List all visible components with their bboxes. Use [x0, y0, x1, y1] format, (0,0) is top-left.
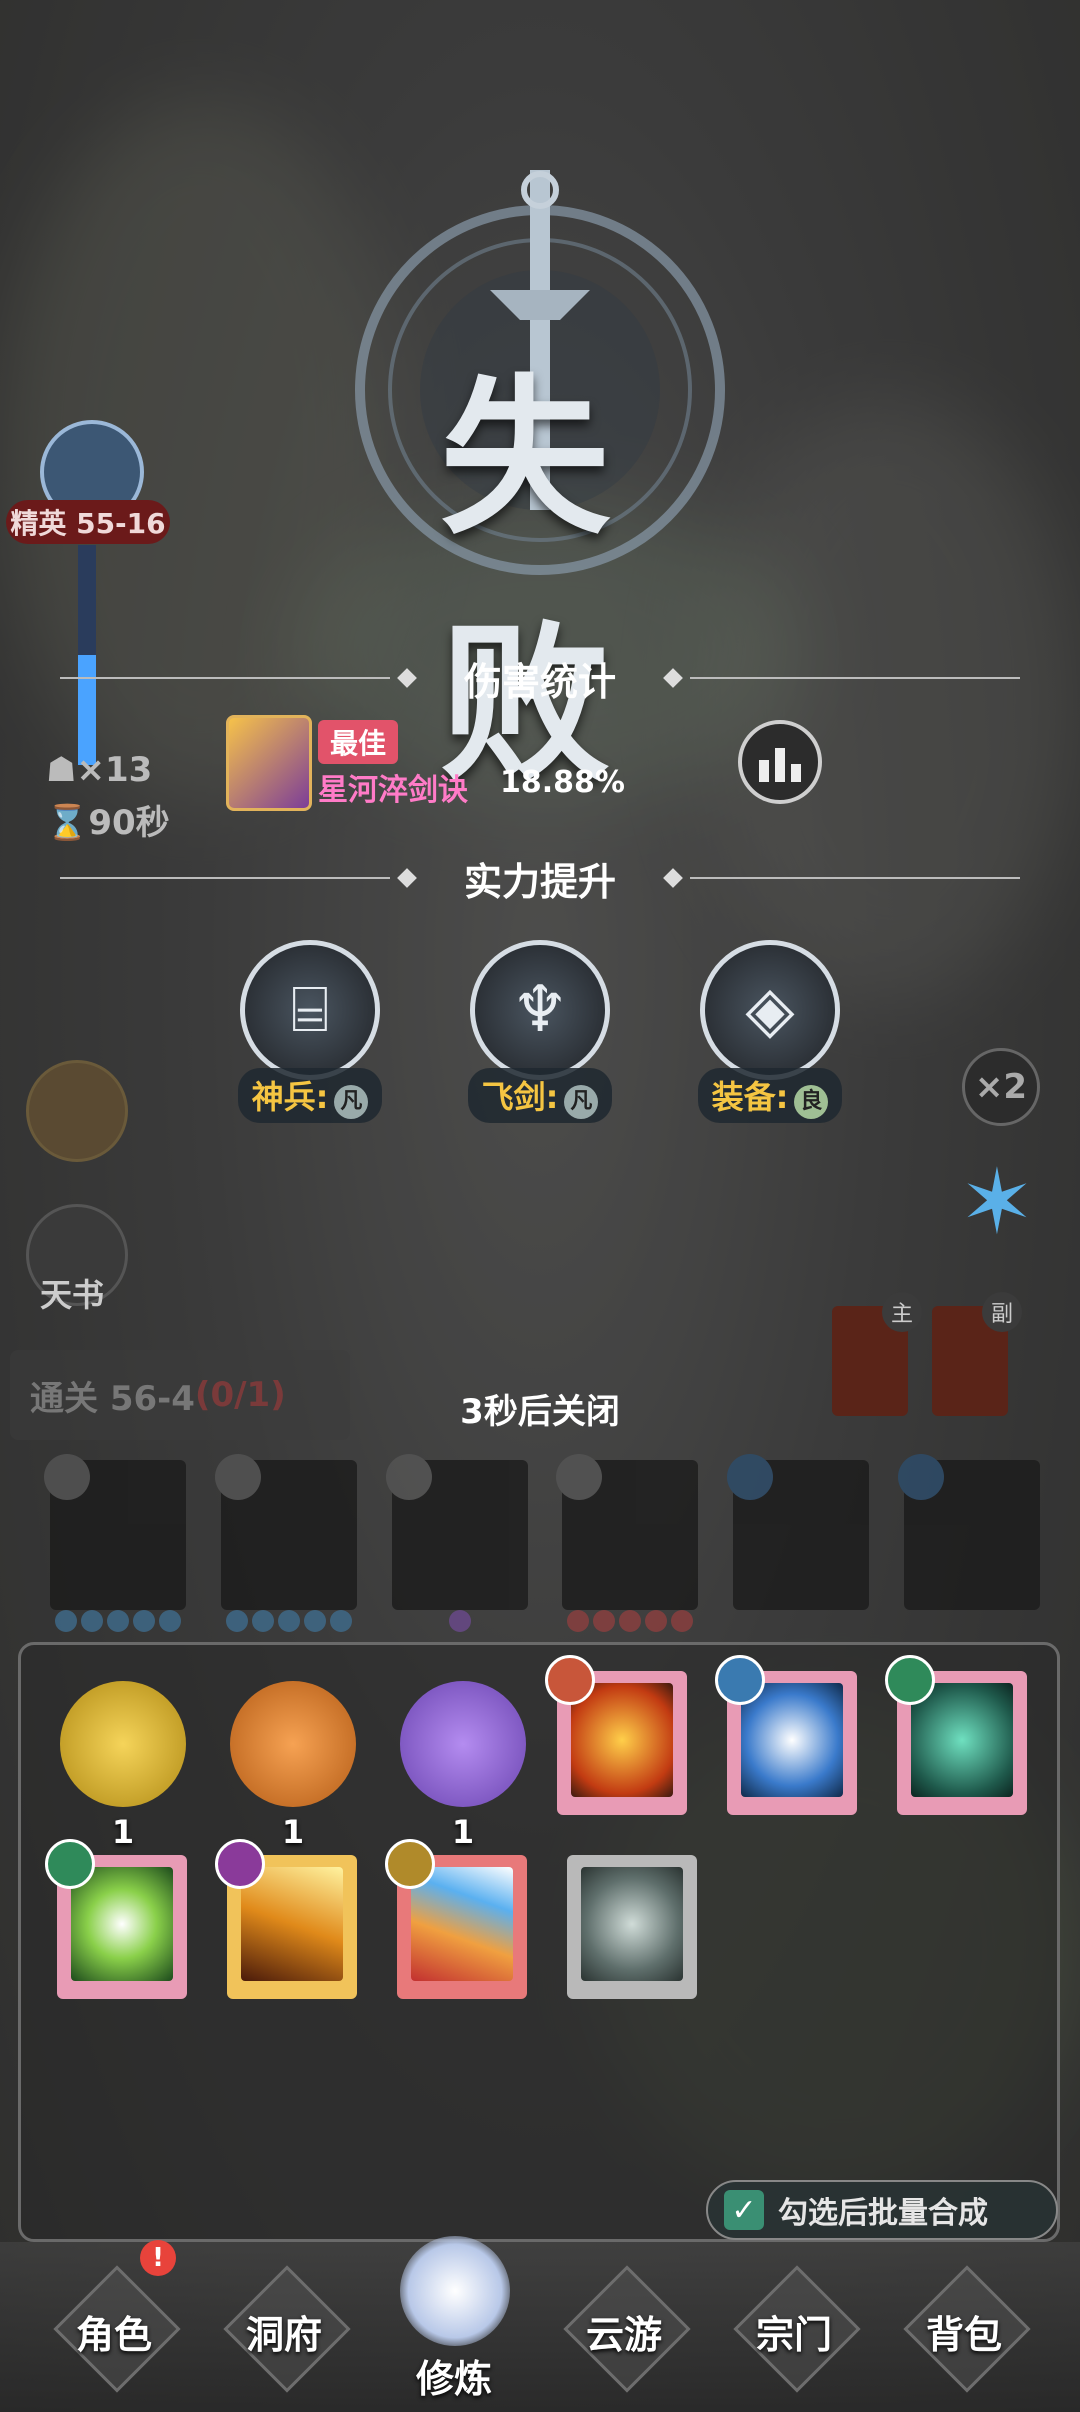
water-emblem-icon [715, 1655, 765, 1705]
batch-merge-toggle[interactable]: ✓ 勾选后批量合成 [706, 2180, 1058, 2240]
time-remaining: ⌛90秒 [46, 803, 170, 843]
equipment-cube-icon: ◈ [700, 940, 840, 1080]
reward-orb-orange[interactable]: 1 [223, 1671, 363, 1851]
checkbox-checked-icon[interactable]: ✓ [724, 2190, 764, 2230]
nav-character[interactable]: 角色 [34, 2265, 194, 2393]
skill-slot[interactable] [727, 1454, 870, 1610]
cauldron-icon: ⌸ [240, 940, 380, 1080]
skill-slot[interactable] [897, 1454, 1040, 1610]
best-skill-percent: 18.88% [500, 765, 625, 800]
reward-orb-purple[interactable]: 1 [393, 1671, 533, 1851]
sword-emblem-icon [385, 1839, 435, 1889]
skill-book-wind[interactable] [567, 1855, 697, 1999]
stage-badge: 精英 55-16 [6, 500, 170, 544]
skill-book-fire[interactable] [545, 1655, 687, 1815]
cultivator-avatar-icon [400, 2236, 510, 2346]
reward-inventory: 1 1 1 [18, 1642, 1060, 2242]
speed-toggle-button[interactable]: ×2 [962, 1048, 1040, 1126]
heaven-book-label: 天书 [40, 1276, 105, 1314]
mountain-emblem-icon [215, 1839, 265, 1889]
skill-book-light[interactable] [215, 1839, 357, 1999]
fire-emblem-icon [545, 1655, 595, 1705]
quality-badge: 良 [794, 1085, 829, 1119]
skill-book-rainbow[interactable] [385, 1839, 527, 1999]
nav-travel[interactable]: 云游 [544, 2265, 704, 2393]
power-up-title: 实力提升 [464, 859, 617, 904]
alert-badge: ! [140, 2240, 176, 2276]
best-skill-name: 星河淬剑诀 [318, 773, 468, 808]
auto-close-countdown: 3秒后关闭 [460, 1392, 620, 1432]
orb-icon [400, 1681, 526, 1807]
nav-backpack[interactable]: 背包 [884, 2265, 1044, 2393]
skill-slot[interactable] [556, 1454, 699, 1632]
quality-badge: 凡 [334, 1085, 369, 1119]
demon-icon: ☗ [46, 750, 77, 790]
orb-icon [230, 1681, 356, 1807]
treasure-bag-icon[interactable] [26, 1060, 128, 1162]
power-up-header: 实力提升 [60, 848, 1021, 908]
equipment-button[interactable]: ◈ 装备: 良 [690, 940, 850, 1123]
divine-weapon-button[interactable]: ⌸ 神兵: 凡 [230, 940, 390, 1123]
best-skill-row [226, 715, 312, 811]
damage-stats-header: 伤害统计 [60, 648, 1021, 708]
best-badge: 最佳 [318, 720, 399, 764]
enemy-count: ☗×13 [46, 750, 153, 790]
flying-sword-icon: ♆ [470, 940, 610, 1080]
flying-sword-button[interactable]: ♆ 飞剑: 凡 [460, 940, 620, 1123]
skill-slot[interactable] [385, 1454, 528, 1632]
hourglass-icon: ⌛ [46, 803, 89, 843]
reward-orb-gold[interactable]: 1 [53, 1671, 193, 1851]
equipped-skills [44, 1454, 1040, 1632]
nav-sect[interactable]: 宗门 [714, 2265, 874, 2393]
nav-cave[interactable]: 洞府 [204, 2265, 364, 2393]
skill-book-wood[interactable] [885, 1655, 1027, 1815]
bar-chart-icon[interactable] [738, 720, 822, 804]
skill-slot[interactable] [214, 1454, 357, 1632]
wood-emblem-icon [885, 1655, 935, 1705]
hexagram-icon[interactable]: ✶ [952, 1158, 1042, 1248]
skill-thumbnail [226, 715, 312, 811]
skill-book-leaf[interactable] [45, 1839, 187, 1999]
skill-slot[interactable] [44, 1454, 186, 1632]
quality-badge: 凡 [564, 1085, 599, 1119]
skill-book-water[interactable] [715, 1655, 857, 1815]
orb-icon [60, 1681, 186, 1807]
damage-stats-title: 伤害统计 [464, 659, 617, 704]
leaf-emblem-icon [45, 1839, 95, 1889]
